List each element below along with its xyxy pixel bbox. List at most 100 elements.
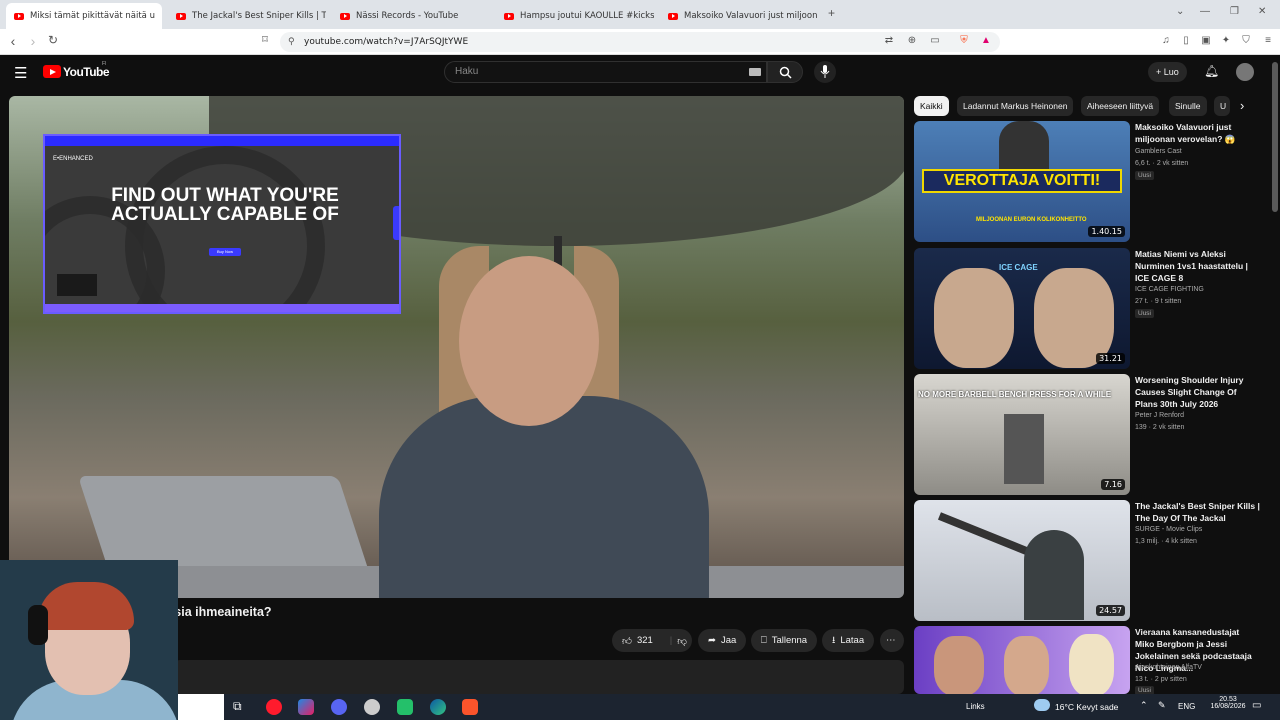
related-title[interactable]: Matias Niemi vs Aleksi Nurminen 1vs1 haa…: [1135, 248, 1260, 284]
tab[interactable]: Hampsu joutui KAOULLE #kicksuom: [496, 3, 654, 29]
related-thumbnail[interactable]: 24.57: [914, 500, 1130, 621]
menu-icon[interactable]: ≡: [1262, 35, 1274, 47]
chevron-right-icon[interactable]: ›: [1240, 98, 1244, 113]
media-icon[interactable]: ♫: [1160, 35, 1172, 47]
video-player[interactable]: E•ENHANCED FIND OUT WHAT YOU'RE ACTUALLY…: [9, 96, 904, 598]
tab-active[interactable]: Miksi tämät pikittävät näitä u ✕: [6, 3, 162, 29]
minimize-icon[interactable]: —: [1200, 6, 1210, 17]
share-icon: ➦: [708, 635, 716, 646]
search-button[interactable]: [767, 61, 803, 83]
overlay-side-tab: [393, 206, 399, 240]
back-icon[interactable]: ‹: [4, 33, 22, 49]
related-channel[interactable]: Ajankohtainen AlfaTV: [1135, 664, 1202, 671]
chip-all[interactable]: Kaikki: [914, 96, 949, 116]
chip-uploader[interactable]: Ladannut Markus Heinonen: [957, 96, 1074, 116]
overlay-bottom-strip: [45, 304, 399, 312]
related-thumbnail[interactable]: VEROTTAJA VOITTI! MILJOONAN EURON KOLIKO…: [914, 121, 1130, 242]
links-toolbar[interactable]: Links: [966, 702, 985, 711]
overlay-cta: Buy Now: [209, 248, 241, 256]
tab[interactable]: The Jackal's Best Sniper Kills | The Da: [168, 3, 326, 29]
related-channel[interactable]: ICE CAGE FIGHTING: [1135, 286, 1204, 293]
sponsor-overlay: E•ENHANCED FIND OUT WHAT YOU'RE ACTUALLY…: [43, 134, 401, 314]
weather-icon[interactable]: [1034, 699, 1050, 711]
related-thumbnail[interactable]: NO MORE BARBELL BENCH PRESS FOR A WHILE …: [914, 374, 1130, 495]
save-button[interactable]: ⎕ Tallenna: [751, 629, 818, 652]
translate-icon[interactable]: ⇄: [883, 35, 895, 47]
taskbar-search[interactable]: [178, 694, 224, 720]
page-scrollbar[interactable]: [1272, 62, 1278, 212]
new-tab-button[interactable]: +: [828, 6, 835, 20]
weather-text[interactable]: 16°C Kevyt sade: [1055, 702, 1118, 712]
chip-more[interactable]: U: [1214, 96, 1230, 116]
related-channel[interactable]: Peter J Renford: [1135, 412, 1184, 419]
app-icon[interactable]: [298, 699, 314, 715]
notification-center-icon[interactable]: ▭: [1252, 700, 1261, 711]
tab-search-icon[interactable]: ⌄: [1176, 6, 1184, 17]
task-view-icon[interactable]: ⧉: [233, 699, 242, 714]
reload-icon[interactable]: ↻: [44, 33, 62, 47]
clock[interactable]: 20.53 16/08/2026: [1210, 696, 1246, 710]
discord-icon[interactable]: [331, 699, 347, 715]
cast-icon[interactable]: ▭: [929, 35, 941, 47]
sidebar-icon[interactable]: ▯: [1180, 35, 1192, 47]
thumbnail-text: NO MORE BARBELL BENCH PRESS FOR A WHILE: [918, 390, 1112, 399]
hamburger-menu-icon[interactable]: ☰: [14, 64, 27, 82]
duration-badge: 7.16: [1101, 479, 1125, 490]
related-title[interactable]: Worsening Shoulder Injury Causes Slight …: [1135, 374, 1260, 410]
like-count[interactable]: 321: [637, 635, 653, 646]
related-thumbnail[interactable]: ICE CAGE 31.21: [914, 248, 1130, 369]
dislike-icon[interactable]: 👎︎: [677, 635, 687, 647]
avatar[interactable]: [1236, 63, 1254, 81]
language-indicator[interactable]: ENG: [1178, 702, 1195, 711]
related-title[interactable]: Maksoiko Valavuori just miljoonan verove…: [1135, 121, 1260, 145]
search-placeholder: Haku: [455, 66, 479, 77]
opera-icon[interactable]: [266, 699, 282, 715]
extensions-icon[interactable]: ✦: [1220, 35, 1232, 47]
maximize-icon[interactable]: ❐: [1230, 6, 1239, 17]
chip-for-you[interactable]: Sinulle: [1169, 96, 1207, 116]
related-channel[interactable]: Gamblers Cast: [1135, 148, 1182, 155]
youtube-logo-text[interactable]: YouTube: [63, 65, 110, 79]
overlay-product-card: [57, 274, 97, 296]
close-tab-icon[interactable]: ✕: [155, 11, 162, 22]
duration-badge: 31.21: [1096, 353, 1125, 364]
youtube-logo-icon[interactable]: [43, 65, 61, 78]
create-button[interactable]: + Luo: [1148, 62, 1187, 82]
site-info-icon[interactable]: ⚲: [288, 32, 295, 52]
new-badge: Uusi: [1135, 309, 1155, 318]
description-box[interactable]: [174, 660, 904, 694]
search-input[interactable]: Haku: [444, 61, 767, 83]
close-window-icon[interactable]: ✕: [1258, 6, 1266, 17]
pen-icon[interactable]: ✎: [1158, 700, 1166, 711]
related-thumbnail[interactable]: [914, 626, 1130, 694]
related-channel[interactable]: SURGE - Movie Clips: [1135, 526, 1202, 533]
download-button[interactable]: ⭳ Lataa: [822, 629, 875, 652]
related-title[interactable]: The Jackal's Best Sniper Kills | The Day…: [1135, 500, 1260, 524]
region-code: FI: [102, 61, 107, 67]
new-badge: Uusi: [1135, 171, 1155, 180]
clock-time: 20.53: [1219, 696, 1237, 703]
like-icon[interactable]: 👍︎: [622, 635, 632, 647]
voice-search-button[interactable]: [814, 61, 836, 83]
share-button[interactable]: ➦ Jaa: [698, 629, 747, 652]
brave-rewards-icon[interactable]: ▲: [980, 35, 992, 47]
tab[interactable]: Maksoiko Valavuori just miljoonan ve: [660, 3, 818, 29]
edge-icon[interactable]: [430, 699, 446, 715]
tab[interactable]: Nässi Records - YouTube: [332, 3, 490, 29]
brave-icon[interactable]: [462, 699, 478, 715]
bookmark-icon[interactable]: ⌑: [256, 33, 274, 46]
app-icon[interactable]: [397, 699, 413, 715]
youtube-favicon-icon: [176, 12, 186, 20]
keyboard-icon[interactable]: [749, 68, 761, 76]
forward-icon[interactable]: ›: [24, 33, 42, 49]
notifications-icon[interactable]: 🔔︎: [1204, 64, 1219, 78]
obs-icon[interactable]: [364, 699, 380, 715]
wallet-icon[interactable]: ▣: [1200, 35, 1212, 47]
clock-date: 16/08/2026: [1210, 703, 1246, 710]
more-actions-button[interactable]: ⋯: [880, 629, 904, 652]
vpn-icon[interactable]: ⛉: [1240, 35, 1252, 47]
brave-shield-icon[interactable]: ⛨: [958, 35, 970, 47]
zoom-icon[interactable]: ⊕: [906, 35, 918, 47]
chip-related[interactable]: Aiheeseen liittyvä: [1081, 96, 1160, 116]
tray-chevron-icon[interactable]: ⌃: [1140, 700, 1148, 711]
